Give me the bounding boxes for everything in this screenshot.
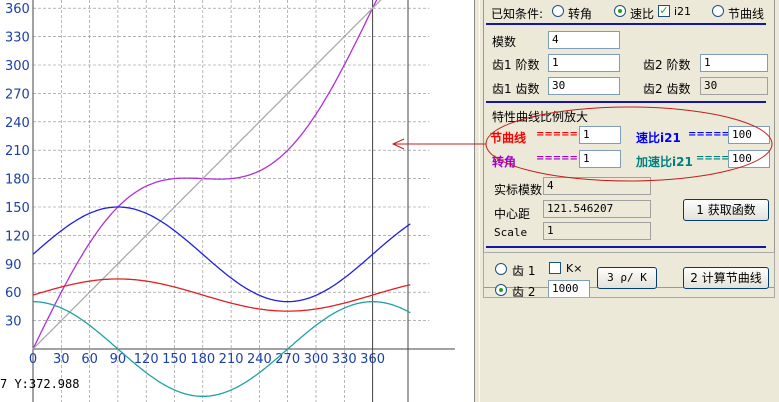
x-tick-label: 60 [81,352,98,367]
radio-pitch-curve-label[interactable]: 节曲线 [728,5,764,22]
coordinate-readout: 7 Y:372.988 [0,377,80,391]
pitch-scale-input[interactable]: 1 [579,126,621,144]
y-tick-label: 180 [5,173,30,188]
y-tick-label: 120 [5,229,30,244]
checkbox-i21[interactable]: ✓ [658,5,670,17]
y-tick-label: 90 [5,258,22,273]
actual-module-label: 实标模数 [494,183,543,197]
module-label: 模数 [492,35,517,49]
x-tick-label: 240 [247,352,272,367]
center-distance-readonly: 121.546207 [543,200,651,218]
x-tick-label: 210 [219,352,244,367]
y-tick-label: 300 [5,59,30,74]
y-tick-label: 210 [5,144,30,159]
radio-angle-label[interactable]: 转角 [568,5,592,22]
known-conditions-label: 已知条件: [491,7,544,21]
chart-canvas: 3603303002702402101801501209060300 30 60 90… [5,0,455,402]
gear2-order-label: 齿2 阶数 [643,58,691,72]
ratio-scale-label: 速比i21 [636,131,681,145]
get-function-button[interactable]: 1 获取函数 [683,199,769,221]
divider [486,23,766,25]
radio-angle[interactable] [552,5,564,17]
x-tick-label: 330 [332,352,357,367]
plot-area[interactable]: 360 330 300 270 240 210 180 150 120 90 60 30 0 30 60 90… [0,0,474,402]
scale-section-title: 特性曲线比例放大 [492,110,589,124]
radio-ratio-label[interactable]: 速比 [630,5,654,22]
y-tick-label: 60 [5,286,22,301]
accel-scale-input[interactable]: 100 [728,150,770,168]
scale-label: Scale [494,226,528,239]
x-tick-label: 360 [360,352,385,367]
divider [486,246,766,248]
ratio-scale-input[interactable]: 100 [728,126,770,144]
gear1-order-label: 齿1 阶数 [492,58,540,72]
gear1-teeth-input[interactable]: 30 [548,77,620,95]
x-tick-label: 180 [190,352,215,367]
gear-options-group [483,252,775,298]
checkbox-i21-label[interactable]: i21 [674,5,691,18]
y-tick-label: 270 [5,87,30,102]
radio-ratio[interactable] [614,5,626,17]
x-tick-label: 270 [275,352,300,367]
gear2-teeth-readonly: 30 [700,77,768,95]
accel-scale-label: 加速比i21 [636,155,693,169]
x-tick-label: 300 [304,352,329,367]
x-tick-label: 120 [134,352,159,367]
gear2-order-input[interactable]: 1 [700,54,768,72]
angle-scale-input[interactable]: 1 [579,150,621,168]
gear1-teeth-label: 齿1 齿数 [492,82,540,96]
center-distance-label: 中心距 [494,207,531,221]
parameters-group [483,0,775,288]
radio-pitch-curve[interactable] [712,5,724,17]
angle-scale-label: 转角 [492,155,517,169]
actual-module-readonly: 4 [543,177,651,195]
y-tick-label: 150 [5,201,30,216]
divider [486,101,766,103]
gear2-teeth-label: 齿2 齿数 [643,82,691,96]
accel-eq: ==== [696,153,730,164]
y-tick-label: 240 [5,116,30,131]
y-tick-label: 330 [5,31,30,46]
pitch-scale-label: 节曲线 [490,131,527,145]
gear1-order-input[interactable]: 1 [548,54,620,72]
scale-readonly: 1 [543,222,651,240]
x-tick-label: 150 [162,352,187,367]
x-tick-label: 30 [53,352,70,367]
module-input[interactable]: 4 [548,31,620,49]
x-tick-label: 0 [29,352,37,367]
y-tick-label: 360 [5,2,30,17]
y-tick-label: 30 [5,315,22,330]
